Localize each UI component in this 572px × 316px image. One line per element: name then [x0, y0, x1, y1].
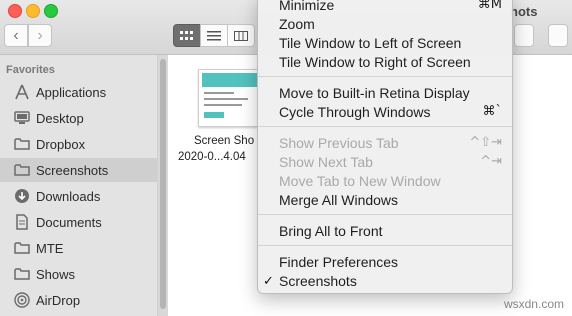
sidebar-heading: Favorites [6, 64, 55, 76]
menu-item-cycle-windows[interactable]: Cycle Through Windows ⌘` [258, 102, 512, 121]
sidebar-item-label: MTE [36, 240, 64, 256]
thumbnail-line [204, 98, 248, 100]
menu-item-label: Cycle Through Windows [279, 103, 431, 120]
back-button[interactable]: ‹ [4, 24, 28, 47]
sidebar-item-applications[interactable]: Applications [0, 80, 157, 104]
sidebar-item-label: Downloads [36, 188, 101, 204]
chevron-right-icon: › [37, 26, 43, 44]
close-window-button[interactable] [8, 4, 22, 18]
sidebar-item-label: Screenshots [36, 162, 109, 178]
menu-item-shortcut: ⌘` [482, 104, 503, 119]
screenshot-file-thumbnail[interactable] [198, 69, 264, 127]
menu-item-show-next-tab: Show Next Tab ^⇥ [258, 152, 512, 171]
window-menu: Minimize ⌘M Zoom Tile Window to Left of … [257, 0, 513, 294]
menu-item-label: Minimize [279, 0, 335, 13]
sidebar-item-dropbox[interactable]: Dropbox [0, 132, 157, 156]
desktop-icon [12, 109, 32, 127]
share-button[interactable] [514, 24, 534, 47]
menu-item-label: Move to Built-in Retina Display [279, 84, 470, 101]
watermark: wsxdn.com [503, 297, 564, 311]
folder-icon [12, 161, 32, 179]
downloads-icon [12, 187, 32, 205]
menu-separator [258, 245, 512, 246]
folder-icon [12, 239, 32, 257]
scrollbar-thumb[interactable] [160, 59, 166, 309]
minimize-window-button[interactable] [26, 4, 40, 18]
thumbnail-line [204, 92, 234, 94]
icon-view-button[interactable] [173, 24, 201, 47]
menu-item-shortcut: ^⇧⇥ [469, 135, 502, 150]
menu-item-tile-left[interactable]: Tile Window to Left of Screen [258, 33, 512, 52]
thumbnail-banner [202, 73, 260, 87]
chevron-left-icon: ‹ [13, 26, 19, 44]
column-view-button[interactable] [227, 24, 255, 47]
sidebar-item-label: Shows [36, 266, 76, 282]
menu-separator [258, 126, 512, 127]
menu-item-label: Show Next Tab [279, 153, 373, 170]
menu-item-label: Zoom [279, 15, 315, 32]
menu-item-minimize[interactable]: Minimize ⌘M [258, 0, 512, 14]
sidebar-item-mte[interactable]: MTE [0, 236, 157, 260]
menu-item-finder-preferences[interactable]: Finder Preferences [258, 252, 512, 271]
menu-item-label: Tile Window to Right of Screen [279, 53, 471, 70]
menu-item-label: Bring All to Front [279, 222, 383, 239]
menu-item-screenshots-window[interactable]: ✓ Screenshots [258, 271, 512, 290]
menu-item-label: Screenshots [279, 272, 357, 289]
sidebar-item-documents[interactable]: Documents [0, 210, 157, 234]
sidebar-scrollbar[interactable] [158, 55, 168, 316]
sidebar: Favorites Applications Desktop Dropbox S… [0, 55, 158, 316]
columns-icon [234, 30, 248, 41]
sidebar-item-downloads[interactable]: Downloads [0, 184, 157, 208]
menu-item-show-previous-tab: Show Previous Tab ^⇧⇥ [258, 133, 512, 152]
menu-separator [258, 76, 512, 77]
applications-icon [12, 83, 32, 101]
sidebar-item-shows[interactable]: Shows [0, 262, 157, 286]
airdrop-icon [12, 291, 32, 309]
zoom-window-button[interactable] [44, 4, 58, 18]
sidebar-item-label: Documents [36, 214, 102, 230]
sidebar-item-label: Desktop [36, 110, 84, 126]
menu-item-move-to-display[interactable]: Move to Built-in Retina Display [258, 83, 512, 102]
window-title: hots [510, 4, 538, 19]
tags-button[interactable] [548, 24, 568, 47]
menu-item-shortcut: ⌘M [477, 0, 502, 12]
sidebar-item-label: Applications [36, 84, 107, 100]
menu-separator [258, 214, 512, 215]
menu-item-merge-all-windows[interactable]: Merge All Windows [258, 190, 512, 209]
menu-item-label: Move Tab to New Window [279, 172, 441, 189]
menu-item-label: Merge All Windows [279, 191, 399, 208]
menu-item-label: Show Previous Tab [279, 134, 399, 151]
list-icon [207, 30, 221, 40]
icon-grid-icon [180, 30, 193, 40]
menu-item-tile-right[interactable]: Tile Window to Right of Screen [258, 52, 512, 71]
sidebar-item-label: AirDrop [36, 292, 81, 308]
menu-item-bring-all-to-front[interactable]: Bring All to Front [258, 221, 512, 240]
checkmark-icon: ✓ [263, 272, 274, 288]
menu-item-label: Finder Preferences [279, 253, 399, 270]
thumbnail-line [204, 104, 242, 106]
menu-item-label: Tile Window to Left of Screen [279, 34, 462, 51]
sidebar-item-airdrop[interactable]: AirDrop [0, 288, 157, 312]
list-view-button[interactable] [200, 24, 228, 47]
folder-icon [12, 265, 32, 283]
sidebar-item-label: Dropbox [36, 136, 86, 152]
menu-item-shortcut: ^⇥ [480, 154, 502, 169]
forward-button[interactable]: › [28, 24, 52, 47]
sidebar-item-screenshots[interactable]: Screenshots [0, 158, 157, 182]
thumbnail-line [204, 112, 224, 118]
menu-item-zoom[interactable]: Zoom [258, 14, 512, 33]
view-mode-switcher [173, 24, 255, 47]
menu-item-move-tab-to-new-window: Move Tab to New Window [258, 171, 512, 190]
documents-icon [12, 213, 32, 231]
sidebar-item-desktop[interactable]: Desktop [0, 106, 157, 130]
dropbox-icon [12, 135, 32, 153]
